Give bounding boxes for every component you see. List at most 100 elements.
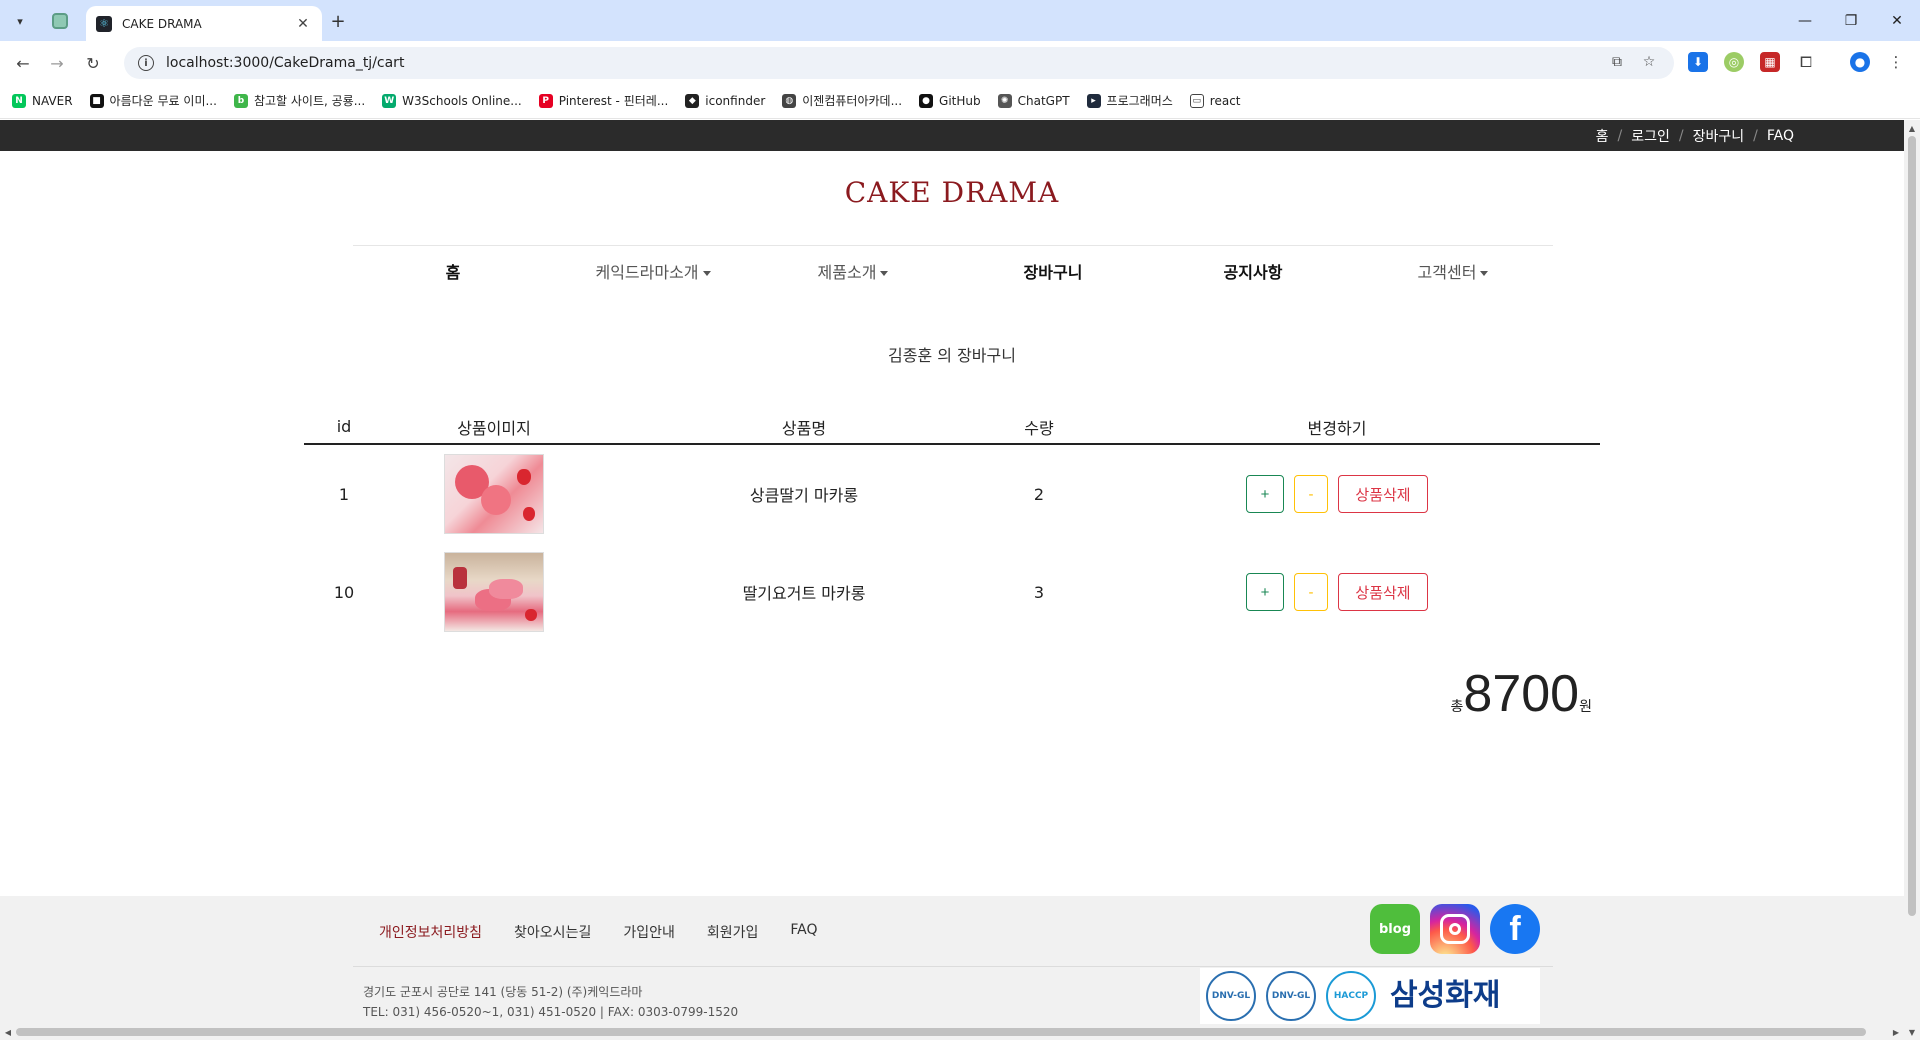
separator: / xyxy=(1678,127,1684,144)
increase-qty-button[interactable]: + xyxy=(1246,475,1284,513)
scroll-right-icon[interactable]: ▶ xyxy=(1888,1024,1904,1040)
bookmark-item[interactable]: P Pinterest - 핀터레... xyxy=(538,92,669,109)
camera-glyph xyxy=(1440,914,1470,944)
footer-link-signup[interactable]: 회원가입 xyxy=(707,922,759,942)
scrollbar-thumb[interactable] xyxy=(16,1028,1866,1036)
bookmark-item[interactable]: b 참고할 사이트, 공룡... xyxy=(233,92,365,109)
top-link-cart[interactable]: 장바구니 xyxy=(1693,126,1745,146)
extensions-puzzle-icon[interactable]: ⧠ xyxy=(1796,52,1816,72)
extension-icon[interactable]: ◎ xyxy=(1724,52,1744,72)
reload-button[interactable]: ↻ xyxy=(80,50,106,76)
nav-item-cart[interactable]: 장바구니 xyxy=(953,252,1153,294)
cell-id: 10 xyxy=(333,582,355,602)
bookmark-item[interactable]: ◆ iconfinder xyxy=(685,93,765,108)
footer-link-join-guide[interactable]: 가입안내 xyxy=(623,922,675,942)
minimize-button[interactable]: — xyxy=(1782,0,1828,41)
top-link-home[interactable]: 홈 xyxy=(1596,126,1609,146)
decrease-qty-button[interactable]: - xyxy=(1294,573,1328,611)
profile-avatar-icon[interactable]: ● xyxy=(1850,52,1870,72)
blog-icon[interactable]: blog xyxy=(1370,904,1420,954)
site-logo[interactable]: CAKE DRAMA xyxy=(0,176,1904,209)
folder-icon: ▭ xyxy=(1189,93,1204,108)
arrow-right-icon: → xyxy=(50,53,64,73)
bookmark-star-icon[interactable]: ☆ xyxy=(1638,51,1660,73)
iconfinder-icon: ◆ xyxy=(685,93,700,108)
nav-item-notice[interactable]: 공지사항 xyxy=(1153,252,1353,294)
header-qty: 수량 xyxy=(1024,418,1054,438)
nav-item-support[interactable]: 고객센터 xyxy=(1353,252,1553,294)
close-window-button[interactable]: ✕ xyxy=(1874,0,1920,41)
scroll-up-icon[interactable]: ▲ xyxy=(1904,120,1920,136)
bookmark-item[interactable]: ◍ 이젠컴퓨터아카데... xyxy=(782,92,902,109)
forward-button[interactable]: → xyxy=(44,50,70,76)
back-button[interactable]: ← xyxy=(10,50,36,76)
nav-item-label: 제품소개 xyxy=(817,263,877,282)
separator: / xyxy=(1617,127,1623,144)
close-icon: ✕ xyxy=(1891,12,1903,29)
nav-item-home[interactable]: 홈 xyxy=(353,252,553,294)
color-picker-extension-icon[interactable]: ▦ xyxy=(1760,52,1780,72)
cell-actions: + - 상품삭제 xyxy=(1074,475,1600,513)
vertical-scrollbar[interactable]: ▲ ▼ xyxy=(1904,120,1920,1040)
site-info-icon[interactable]: i xyxy=(138,55,154,71)
bookmark-label: Pinterest - 핀터레... xyxy=(558,94,669,108)
restore-button[interactable]: ❐ xyxy=(1828,0,1874,41)
top-links: 홈 / 로그인 / 장바구니 / FAQ xyxy=(1596,120,1794,151)
dnv-gl-badge: DNV-GL xyxy=(1206,971,1256,1021)
bookmark-item[interactable]: ✺ ChatGPT xyxy=(997,93,1070,108)
header-name: 상품명 xyxy=(781,418,827,438)
pinned-tab-chatgpt[interactable] xyxy=(46,9,74,33)
nav-divider xyxy=(353,245,1553,246)
nav-item-about[interactable]: 케익드라마소개 xyxy=(553,252,753,294)
tab-title: CAKE DRAMA xyxy=(122,16,202,31)
caret-down-icon xyxy=(1480,271,1489,276)
strawberry-shape xyxy=(523,507,535,521)
cell-actions: + - 상품삭제 xyxy=(1074,573,1600,611)
bookmark-item[interactable]: N NAVER xyxy=(12,93,73,108)
browser-toolbar: ← → ↻ i localhost:3000/CakeDrama_tj/cart… xyxy=(0,41,1920,83)
instagram-icon[interactable] xyxy=(1430,904,1480,954)
footer-link-privacy[interactable]: 개인정보처리방침 xyxy=(379,922,482,942)
bookmark-label: react xyxy=(1209,93,1241,108)
decrease-qty-button[interactable]: - xyxy=(1294,475,1328,513)
top-link-login[interactable]: 로그인 xyxy=(1631,126,1670,146)
kebab-menu-icon[interactable]: ⋮ xyxy=(1886,52,1906,72)
pinterest-icon: P xyxy=(538,93,553,108)
top-link-faq[interactable]: FAQ xyxy=(1767,128,1794,144)
active-tab[interactable]: ⚛ CAKE DRAMA ✕ xyxy=(86,6,322,41)
top-utility-bar: 홈 / 로그인 / 장바구니 / FAQ xyxy=(0,120,1904,151)
footer-link-faq[interactable]: FAQ xyxy=(790,922,817,942)
scroll-down-icon[interactable]: ▼ xyxy=(1904,1024,1920,1040)
footer-link-directions[interactable]: 찾아오시는길 xyxy=(514,922,591,942)
bookmark-item[interactable]: ● GitHub xyxy=(919,93,981,108)
download-extension-icon[interactable]: ⬇ xyxy=(1688,52,1708,72)
cell-image xyxy=(384,454,604,534)
increase-qty-button[interactable]: + xyxy=(1246,573,1284,611)
install-app-icon[interactable]: ⧉ xyxy=(1606,51,1628,73)
bookmark-item[interactable]: ▸ 프로그래머스 xyxy=(1086,92,1173,109)
new-tab-button[interactable]: + xyxy=(326,9,350,33)
bookmark-item[interactable]: ■ 아름다운 무료 이미... xyxy=(89,92,217,109)
delete-item-button[interactable]: 상품삭제 xyxy=(1338,573,1428,611)
haccp-badge: HACCP xyxy=(1326,971,1376,1021)
cell-qty: 3 xyxy=(1033,582,1045,602)
bookmark-item[interactable]: W W3Schools Online... xyxy=(382,93,522,108)
tab-search-button[interactable]: ▾ xyxy=(8,9,32,33)
table-row: 10 딸기요거트 마카롱 3 + - 상품삭제 xyxy=(304,543,1600,641)
horizontal-scrollbar[interactable]: ◀ ▶ xyxy=(0,1024,1904,1040)
scroll-left-icon[interactable]: ◀ xyxy=(0,1024,16,1040)
nav-item-products[interactable]: 제품소개 xyxy=(753,252,953,294)
delete-item-button[interactable]: 상품삭제 xyxy=(1338,475,1428,513)
cell-image xyxy=(384,552,604,632)
plus-icon: + xyxy=(330,10,346,32)
address-bar[interactable]: i localhost:3000/CakeDrama_tj/cart xyxy=(124,47,1674,79)
nav-item-label: 고객센터 xyxy=(1417,263,1477,282)
blog-icon-label: blog xyxy=(1379,921,1411,937)
close-tab-icon[interactable]: ✕ xyxy=(294,16,312,32)
strawberry-shape xyxy=(517,469,531,485)
main-navigation: 홈 케익드라마소개 제품소개 장바구니 공지사항 고객센터 xyxy=(353,252,1553,294)
facebook-icon[interactable]: f xyxy=(1490,904,1540,954)
bookmark-item[interactable]: ▭ react xyxy=(1189,93,1241,108)
scrollbar-thumb[interactable] xyxy=(1908,136,1916,916)
arrow-left-icon: ← xyxy=(16,53,30,73)
